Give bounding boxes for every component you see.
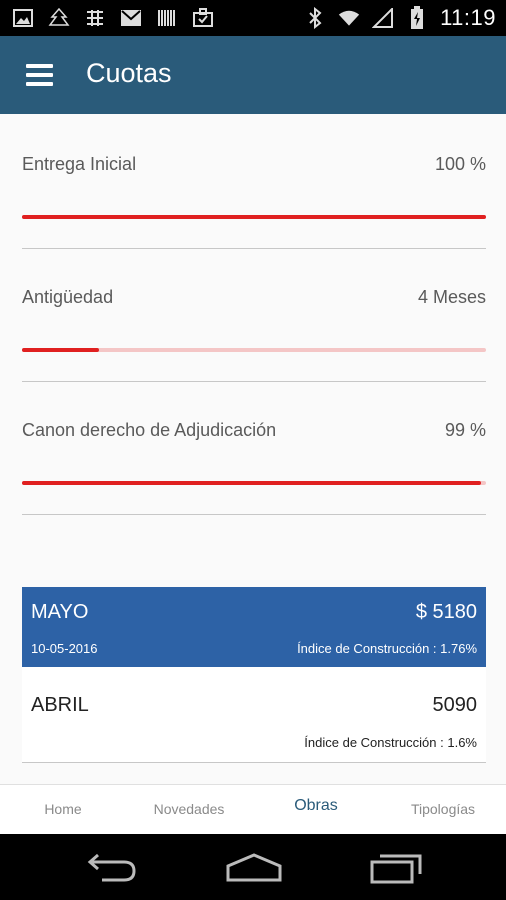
page-title: Cuotas [86, 58, 172, 88]
setting-value: 99 % [444, 420, 486, 440]
setting-value: 4 Meses [417, 287, 486, 307]
canon-adjudicacion-slider[interactable] [22, 481, 486, 485]
signal-icon [372, 8, 394, 28]
setting-row-canon-adjudicacion: Canon derecho de Adjudicación 99 % [22, 420, 486, 440]
slider-fill [22, 348, 99, 352]
tree-icon [48, 8, 70, 28]
mail-icon [120, 8, 142, 28]
status-clock: 11:19 [440, 5, 496, 30]
app-bar: Cuotas [0, 36, 506, 114]
installment-month: MAYO [31, 601, 89, 623]
divider [22, 762, 486, 763]
keyboard-pinyin-icon [84, 8, 106, 28]
setting-label: Canon derecho de Adjudicación [22, 420, 277, 440]
barcode-icon [156, 8, 178, 28]
setting-row-antiguedad: Antigüedad 4 Meses [22, 287, 486, 307]
setting-row-entrega-inicial: Entrega Inicial 100 % [22, 154, 486, 174]
setting-value: 100 % [434, 154, 486, 174]
antiguedad-slider[interactable] [22, 348, 486, 352]
briefcase-icon [192, 8, 214, 28]
installment-card-previous[interactable]: ABRIL 5090 Índice de Construcción : 1.6% [22, 667, 486, 763]
recent-apps-icon[interactable] [368, 852, 428, 884]
status-bar: 11:19 [0, 0, 506, 36]
installment-card-current[interactable]: MAYO $ 5180 10-05-2016 Índice de Constru… [22, 587, 486, 667]
bottom-navigation: Home Novedades Obras Tipologías [0, 784, 506, 834]
tab-obras[interactable]: Obras [253, 785, 379, 835]
installment-date: 10-05-2016 [31, 641, 98, 656]
installment-amount: $ 5180 [415, 601, 477, 623]
notification-icons [12, 6, 214, 30]
home-icon[interactable] [224, 852, 284, 884]
battery-charging-icon [406, 6, 428, 29]
image-icon [12, 8, 34, 28]
hamburger-menu-icon[interactable] [26, 64, 54, 86]
system-icons: 11:19 [304, 4, 496, 32]
divider [22, 514, 486, 515]
slider-fill [22, 481, 482, 485]
setting-label: Antigüedad [22, 287, 114, 307]
wifi-icon [338, 8, 360, 28]
tab-novedades[interactable]: Novedades [126, 785, 252, 835]
entrega-inicial-slider[interactable] [22, 215, 486, 219]
tab-home[interactable]: Home [0, 785, 126, 835]
divider [22, 248, 486, 249]
slider-fill [22, 215, 486, 219]
divider [22, 381, 486, 382]
quota-content: Entrega Inicial 100 % Antigüedad 4 Meses… [0, 114, 506, 784]
construction-index: Índice de Construcción : 1.76% [297, 641, 477, 656]
construction-index: Índice de Construcción : 1.6% [304, 735, 477, 750]
tab-tipologias[interactable]: Tipologías [380, 785, 506, 835]
system-navigation-bar [0, 834, 506, 900]
installment-amount: 5090 [432, 694, 478, 716]
bluetooth-muted-icon [304, 7, 326, 29]
setting-label: Entrega Inicial [22, 154, 137, 174]
back-icon[interactable] [84, 852, 144, 884]
installment-month: ABRIL [31, 694, 89, 716]
